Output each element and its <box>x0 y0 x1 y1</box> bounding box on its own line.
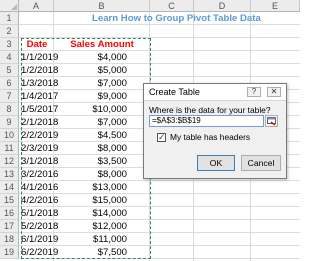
collapse-dialog-icon <box>267 117 276 126</box>
row-header-15[interactable]: 15 <box>0 194 19 207</box>
close-button[interactable]: ✕ <box>267 87 281 97</box>
row-header-2[interactable]: 2 <box>0 25 19 38</box>
row-header-16[interactable]: 16 <box>0 207 19 220</box>
sheet-title: Learn How to Group Pivot Table Data <box>92 13 261 24</box>
row-header-18[interactable]: 18 <box>0 233 19 246</box>
range-prompt-label: Where is the data for your table? <box>149 105 271 115</box>
help-button[interactable]: ? <box>247 87 261 97</box>
row-header-17[interactable]: 17 <box>0 220 19 233</box>
column-header-a[interactable]: A <box>19 0 54 12</box>
row-header-13[interactable]: 13 <box>0 168 19 181</box>
cancel-button[interactable]: Cancel <box>241 155 281 171</box>
column-header-b[interactable]: B <box>54 0 150 12</box>
column-header-e[interactable]: E <box>251 0 300 12</box>
select-all-icon <box>11 4 17 10</box>
row-header-3[interactable]: 3 <box>0 38 19 51</box>
row-header-9[interactable]: 9 <box>0 116 19 129</box>
range-picker-button[interactable] <box>265 115 278 127</box>
row-header-1[interactable]: 1 <box>0 12 19 25</box>
column-header-c[interactable]: C <box>150 0 194 12</box>
row-header-14[interactable]: 14 <box>0 181 19 194</box>
dialog-title-bar[interactable]: Create Table ? ✕ <box>144 84 286 101</box>
headers-checkbox-label[interactable]: My table has headers <box>170 132 250 142</box>
dialog-title: Create Table <box>149 87 200 97</box>
row-header-7[interactable]: 7 <box>0 90 19 103</box>
select-all-corner[interactable] <box>0 0 19 12</box>
row-header-11[interactable]: 11 <box>0 142 19 155</box>
row-header-10[interactable]: 10 <box>0 129 19 142</box>
range-input[interactable]: =$A$3:$B$19 <box>149 115 264 127</box>
column-header-d[interactable]: D <box>194 0 251 12</box>
row-header-8[interactable]: 8 <box>0 103 19 116</box>
row-header-6[interactable]: 6 <box>0 77 19 90</box>
row-header-4[interactable]: 4 <box>0 51 19 64</box>
ok-button[interactable]: OK <box>197 155 235 171</box>
row-header-19[interactable]: 19 <box>0 246 19 259</box>
create-table-dialog: Create Table ? ✕ Where is the data for y… <box>143 83 287 179</box>
headers-checkbox[interactable]: ✓ <box>157 132 166 142</box>
check-mark-icon: ✓ <box>158 132 166 142</box>
row-header-5[interactable]: 5 <box>0 64 19 77</box>
row-header-12[interactable]: 12 <box>0 155 19 168</box>
selection-marquee <box>21 38 151 259</box>
